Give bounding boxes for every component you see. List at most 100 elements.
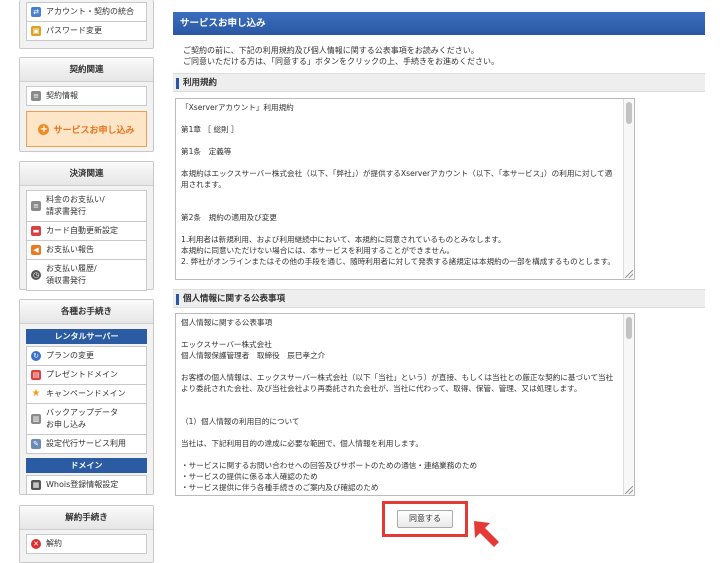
sidebar-item-label: Whois登録情報設定 (46, 480, 119, 489)
text-line: 第1条 定義等 (181, 147, 232, 156)
wrench-icon: ✎ (31, 439, 41, 449)
text-line: （1）個人情報の利用目的について (181, 417, 300, 426)
gift-icon: ▤ (31, 370, 41, 380)
text-line: お客様の個人情報は、エックスサーバー株式会社（以下「当社」という）が直接、もしく… (181, 373, 614, 393)
resize-grip-icon[interactable] (625, 486, 633, 494)
page-title: サービスお申し込み (173, 12, 705, 35)
terms-scrollbar[interactable] (623, 99, 634, 279)
sidebar-item-label: 設定代行サービス利用 (46, 439, 126, 448)
agree-button[interactable]: 同意する (397, 510, 453, 528)
domain-subheading: ドメイン (26, 458, 147, 473)
main-content: サービスお申し込み ご契約の前に、下記の利用規約及び個人情報に関する公表事項をお… (173, 12, 705, 496)
text-line: ・サービス提供に伴う各種手続きのご案内及び確認のため (181, 483, 379, 492)
sidebar-item-label: アカウント・契約の統合 (46, 7, 134, 16)
sidebar-item-plan-change[interactable]: ↻ プランの変更 (26, 346, 147, 366)
text-line: 第1章 ［ 総則 ］ (181, 125, 239, 134)
sidebar-item-payment-history[interactable]: ◷ お支払い履歴/ 領収書発行 (26, 259, 147, 291)
cancel-icon: ✕ (31, 539, 41, 549)
account-menu-box: ⇄ アカウント・契約の統合 ▣ パスワード変更 (19, 0, 154, 49)
cancel-menu-box: 解約手続き ✕ 解約 (19, 505, 154, 563)
sidebar-item-label: カード自動更新設定 (46, 226, 118, 235)
sidebar-item-label: キャンペーンドメイン (46, 389, 126, 398)
privacy-textarea[interactable]: 個人情報に関する公表事項 エックスサーバー株式会社個人情報保護管理者 取締役 辰巳… (175, 313, 635, 496)
sidebar-item-campaign-domain[interactable]: ★ キャンペーンドメイン (26, 384, 147, 404)
resize-grip-icon[interactable] (625, 270, 633, 278)
plus-icon: + (38, 123, 50, 135)
text-line: 1.利用者は新規利用、および利用継続中において、本規約に同意されているものとみな… (181, 235, 506, 244)
payment-menu-title: 決済関連 (20, 162, 153, 186)
whois-icon: ▦ (31, 480, 41, 490)
sidebar-item-cancel[interactable]: ✕ 解約 (26, 534, 147, 554)
sidebar-item-label: 契約情報 (46, 91, 78, 100)
backup-icon: ▥ (31, 414, 41, 424)
sidebar-item-whois[interactable]: ▦ Whois登録情報設定 (26, 475, 147, 495)
privacy-heading: 個人情報に関する公表事項 (173, 289, 705, 308)
intro-line: ご同意いただける方は、「同意する」ボタンをクリックの上、手続きをお進めください。 (183, 57, 499, 66)
cancel-menu-title: 解約手続き (20, 506, 153, 530)
sidebar-item-label: パスワード変更 (46, 26, 102, 35)
refresh-icon: ↻ (31, 351, 41, 361)
sidebar-item-account-merge[interactable]: ⇄ アカウント・契約の統合 (26, 2, 147, 22)
sidebar-item-label: プレゼントドメイン (46, 370, 118, 379)
invoice-icon: ≡ (31, 201, 41, 211)
sidebar-item-setup-service[interactable]: ✎ 設定代行サービス利用 (26, 434, 147, 454)
text-line: ・サービスの提供に係る本人確認のため (181, 472, 318, 481)
text-line: 2. 弊社がオンラインまたはその他の手段を通じ、随時利用者に対して発表する諸規定… (181, 257, 615, 266)
text-line: ・サービスに関するお問い合わせへの回答及びサポートのための通信・連絡業務のため (181, 461, 478, 470)
procedures-menu-title: 各種お手続き (20, 300, 153, 324)
sidebar-item-card-renewal[interactable]: ▬ カード自動更新設定 (26, 221, 147, 241)
text-line: 「Xserverアカウント」利用規約 (181, 103, 294, 112)
merge-icon: ⇄ (31, 7, 41, 17)
sidebar-item-payment-report[interactable]: ◀ お支払い報告 (26, 240, 147, 260)
intro-text: ご契約の前に、下記の利用規約及び個人情報に関する公表事項をお読みください。 ご同… (173, 35, 705, 67)
agree-button-highlight: 同意する (382, 501, 468, 537)
text-line: 本規約はエックスサーバー株式会社（以下、「弊社」）が提供するXserverアカウ… (181, 169, 613, 189)
text-line: 本規約に同意いただけない場合には、本サービスを利用することができません。 (181, 246, 455, 255)
document-icon: ≡ (31, 91, 41, 101)
rental-server-subheading: レンタルサーバー (26, 329, 147, 344)
clock-icon: ◷ (31, 270, 41, 280)
sidebar-item-label: 料金のお支払い/ 請求書発行 (46, 195, 105, 216)
sidebar-item-password[interactable]: ▣ パスワード変更 (26, 21, 147, 41)
payment-menu-box: 決済関連 ≡ 料金のお支払い/ 請求書発行 ▬ カード自動更新設定 ◀ お支払い… (19, 161, 154, 291)
pointer-arrow-icon (474, 521, 499, 547)
sidebar-item-backup-data[interactable]: ▥ バックアップデータ お申し込み (26, 403, 147, 435)
privacy-content: 個人情報に関する公表事項 エックスサーバー株式会社個人情報保護管理者 取締役 辰巳… (176, 314, 634, 493)
sidebar-item-payment-invoice[interactable]: ≡ 料金のお支払い/ 請求書発行 (26, 190, 147, 222)
text-line: 個人情報保護管理者 取締役 辰巳孝之介 (181, 351, 326, 360)
intro-line: ご契約の前に、下記の利用規約及び個人情報に関する公表事項をお読みください。 (183, 46, 479, 55)
contract-menu-box: 契約関連 ≡ 契約情報 + サービスお申し込み (19, 57, 154, 152)
sidebar-item-contract-info[interactable]: ≡ 契約情報 (26, 86, 147, 106)
lock-icon: ▣ (31, 26, 41, 36)
terms-heading: 利用規約 (173, 73, 705, 92)
scrollbar-thumb[interactable] (626, 102, 632, 124)
terms-textarea[interactable]: 「Xserverアカウント」利用規約 第1章 ［ 総則 ］ 第1条 定義等本規約はエ… (175, 98, 635, 280)
text-line: 個人情報に関する公表事項 (181, 318, 273, 327)
scrollbar-thumb[interactable] (626, 317, 632, 339)
terms-content: 「Xserverアカウント」利用規約 第1章 ［ 総則 ］ 第1条 定義等本規約はエ… (176, 99, 634, 267)
text-line: エックスサーバー株式会社 (181, 340, 272, 349)
text-line: 当社は、下記利用目的の達成に必要な範囲で、個人情報を利用します。 (181, 439, 423, 448)
sidebar-item-label: プランの変更 (46, 351, 94, 360)
star-icon: ★ (31, 388, 41, 399)
service-apply-button[interactable]: + サービスお申し込み (26, 111, 147, 147)
sidebar-item-present-domain[interactable]: ▤ プレゼントドメイン (26, 365, 147, 385)
contract-menu-title: 契約関連 (20, 58, 153, 82)
card-icon: ▬ (31, 226, 41, 236)
procedures-menu-box: 各種お手続き レンタルサーバー ↻ プランの変更 ▤ プレゼントドメイン ★ キ… (19, 299, 154, 495)
sidebar-item-label: バックアップデータ お申し込み (46, 408, 118, 429)
megaphone-icon: ◀ (31, 245, 41, 255)
sidebar-item-label: お支払い履歴/ 領収書発行 (46, 264, 97, 285)
service-apply-label: サービスお申し込み (53, 125, 135, 136)
privacy-scrollbar[interactable] (623, 314, 634, 495)
text-line: 第2条 規約の適用及び変更 (181, 213, 277, 222)
